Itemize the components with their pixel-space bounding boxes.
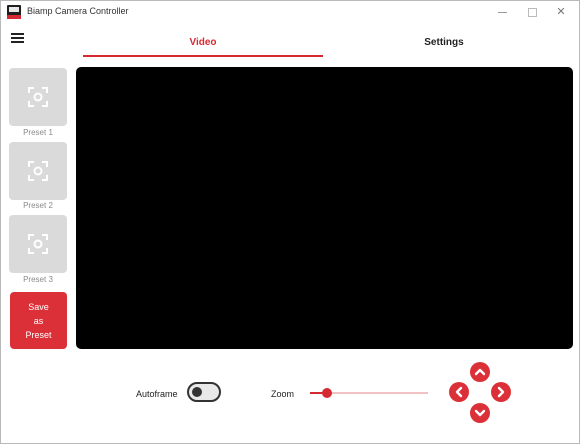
title-bar: Biamp Camera Controller ✕ <box>1 1 579 23</box>
window-title: Biamp Camera Controller <box>27 6 129 16</box>
minimize-icon <box>498 12 507 13</box>
focus-target-icon <box>28 161 48 181</box>
chevron-right-icon <box>497 386 505 398</box>
maximize-button[interactable] <box>521 4 543 20</box>
maximize-icon <box>528 8 537 17</box>
chevron-down-icon <box>474 409 486 417</box>
zoom-slider[interactable] <box>310 387 428 399</box>
pan-left-button[interactable] <box>449 382 469 402</box>
app-logo-icon <box>7 5 21 19</box>
focus-target-icon <box>28 234 48 254</box>
focus-target-icon <box>28 87 48 107</box>
pan-up-button[interactable] <box>470 362 490 382</box>
preset-3-button[interactable] <box>9 215 67 273</box>
tab-video[interactable]: Video <box>83 37 323 48</box>
preset-1-label: Preset 1 <box>23 128 53 137</box>
chevron-left-icon <box>455 386 463 398</box>
preset-2-label: Preset 2 <box>23 201 53 210</box>
autoframe-label: Autoframe <box>136 389 178 399</box>
hamburger-menu-icon[interactable] <box>11 33 24 43</box>
preset-3-label: Preset 3 <box>23 275 53 284</box>
app-window: Biamp Camera Controller ✕ Video Settings… <box>0 0 580 444</box>
video-preview <box>76 67 573 349</box>
chevron-up-icon <box>474 368 486 376</box>
preset-2-button[interactable] <box>9 142 67 200</box>
autoframe-toggle[interactable] <box>187 382 221 402</box>
zoom-label: Zoom <box>271 389 295 399</box>
close-icon: ✕ <box>556 6 566 18</box>
minimize-button[interactable] <box>492 4 514 20</box>
close-button[interactable]: ✕ <box>550 4 572 20</box>
toggle-knob <box>192 387 202 397</box>
tab-settings[interactable]: Settings <box>324 37 564 48</box>
preset-1-button[interactable] <box>9 68 67 126</box>
pan-down-button[interactable] <box>470 403 490 423</box>
save-as-preset-button[interactable]: Save as Preset <box>10 292 67 349</box>
pan-right-button[interactable] <box>491 382 511 402</box>
tab-video-indicator <box>83 55 323 57</box>
zoom-slider-thumb[interactable] <box>322 388 332 398</box>
